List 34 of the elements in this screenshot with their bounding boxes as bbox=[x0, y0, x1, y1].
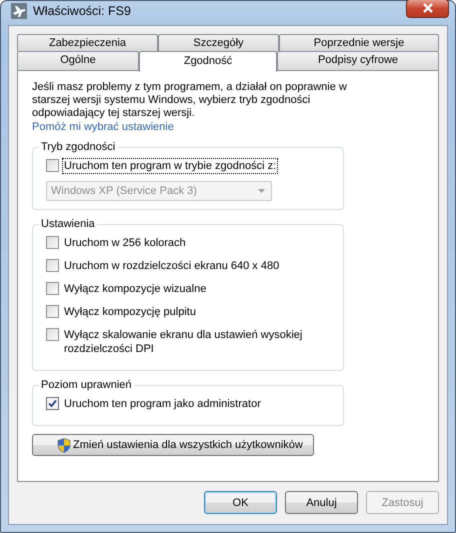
dialog-button[interactable]: OK bbox=[204, 491, 277, 514]
checkbox[interactable] bbox=[46, 328, 59, 341]
group-title: Ustawienia bbox=[40, 218, 96, 230]
checkbox[interactable] bbox=[46, 305, 59, 318]
tab[interactable]: Szczegóły bbox=[158, 34, 279, 51]
checkbox[interactable] bbox=[46, 397, 59, 410]
change-settings-button[interactable]: Zmień ustawienia dla wszystkich użytkowników bbox=[32, 434, 314, 456]
checkbox-label[interactable]: Uruchom w 256 kolorach bbox=[62, 235, 188, 251]
checkbox[interactable] bbox=[46, 159, 59, 172]
window-title: Właściwości: FS9 bbox=[33, 4, 132, 18]
tab[interactable]: Ogólne bbox=[17, 51, 139, 71]
group-title: Tryb zgodności bbox=[40, 141, 116, 153]
checkbox-label[interactable]: Wyłącz kompozycję pulpitu bbox=[62, 304, 198, 320]
caret-icon bbox=[258, 189, 265, 193]
group-title: Poziom uprawnień bbox=[40, 379, 132, 391]
tab[interactable]: Zabezpieczenia bbox=[17, 34, 158, 51]
tab[interactable]: Zgodność bbox=[139, 51, 277, 72]
close-button[interactable] bbox=[406, 0, 449, 18]
tab[interactable]: Poprzednie wersje bbox=[279, 34, 439, 51]
close-icon bbox=[422, 3, 434, 13]
checkbox-label[interactable]: Uruchom ten program jako administrator bbox=[62, 396, 263, 412]
help-link[interactable]: Pomóż mi wybrać ustawienie bbox=[32, 120, 174, 135]
airplane-icon bbox=[11, 3, 27, 19]
intro-text: Jeśli masz problemy z tym programem, a działał on poprawnie w starszej wersji systemu Windows, wybierz tryb zgodności odpowiadający tej starszej wersji. bbox=[32, 81, 348, 120]
checkbox[interactable] bbox=[46, 282, 59, 295]
shield-icon bbox=[57, 438, 71, 452]
tab[interactable]: Podpisy cyfrowe bbox=[277, 51, 439, 71]
checkbox-label[interactable]: Uruchom w rozdzielczości ekranu 640 x 480 bbox=[62, 258, 282, 274]
checkbox-label[interactable]: Wyłącz skalowanie ekranu dla ustawień wysokiej rozdzielczości DPI bbox=[62, 327, 335, 357]
checkbox[interactable] bbox=[46, 236, 59, 249]
checkbox-label[interactable]: Wyłącz kompozycje wizualne bbox=[62, 281, 208, 297]
checkbox-label[interactable]: Uruchom ten program w trybie zgodności z: bbox=[62, 158, 278, 174]
dialog-button[interactable]: Anuluj bbox=[285, 491, 358, 514]
checkbox[interactable] bbox=[46, 259, 59, 272]
